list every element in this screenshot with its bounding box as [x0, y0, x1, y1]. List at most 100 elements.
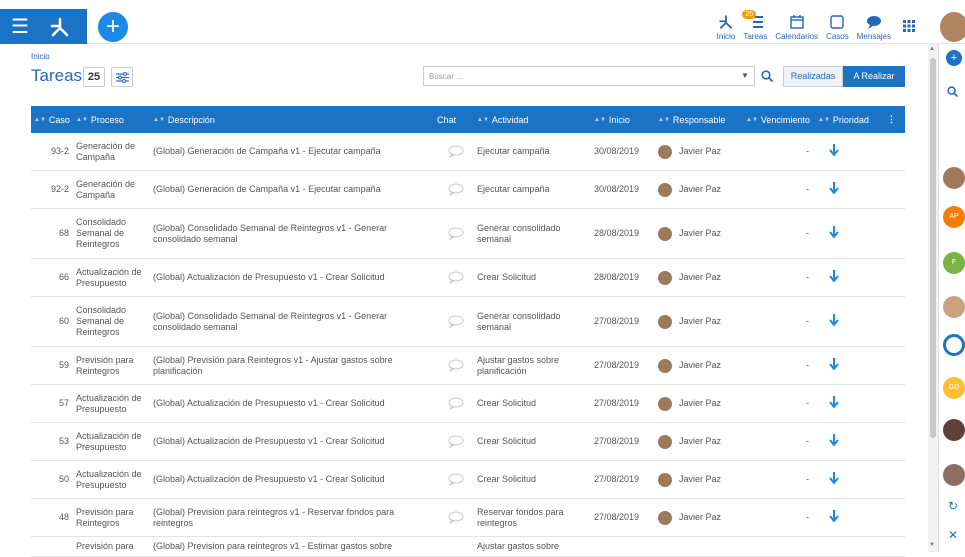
cell-descripcion: (Global) Generación de Campaña v1 - Ejec…	[153, 146, 381, 156]
header-proceso[interactable]: ▲▼ Proceso	[73, 106, 150, 133]
responsable-name: Javier Paz	[679, 512, 722, 522]
casos-icon	[830, 12, 845, 32]
table-row[interactable]: 48 Previsión para Reintegros (Global) Prev…	[31, 499, 905, 537]
header-inicio[interactable]: ▲▼ Inicio	[591, 106, 655, 133]
header-actividad[interactable]: ▲▼ Actividad	[474, 106, 591, 133]
tab-a-realizar[interactable]: A Realizar	[843, 66, 905, 87]
contact-avatar-ap[interactable]: AP	[943, 206, 965, 228]
header-prioridad[interactable]: ▲▼ Prioridad	[815, 106, 875, 133]
apps-grid-icon[interactable]	[903, 19, 915, 37]
breadcrumb[interactable]: Inicio	[31, 52, 50, 61]
cell-descripcion: (Global) Previsión para Reintegros v1 - …	[153, 354, 393, 376]
table-row[interactable]: 92-2 Generación de Campaña (Global) Genera…	[31, 171, 905, 209]
table-row[interactable]: 53 Actualización de Presupuesto (Global) A…	[31, 423, 905, 461]
table-row[interactable]: 68 Consolidado Semanal de Reintegros (Glob…	[31, 209, 905, 259]
scroll-up-icon[interactable]: ▲	[929, 46, 935, 52]
header-vencimiento-label: Vencimiento	[760, 114, 810, 125]
contact-avatar-f[interactable]: F	[943, 252, 965, 274]
chat-bubble-icon[interactable]	[434, 435, 474, 448]
sidebar-search-icon[interactable]	[947, 84, 959, 102]
brand-area: ☰	[0, 9, 87, 44]
chat-bubble-icon	[866, 12, 882, 32]
header-caso[interactable]: ▲▼ Caso	[31, 106, 73, 133]
chat-bubble-icon[interactable]	[434, 183, 474, 196]
chat-bubble-icon[interactable]	[434, 315, 474, 328]
chat-bubble-icon[interactable]	[434, 397, 474, 410]
nav-tareas[interactable]: 25 Tareas	[739, 9, 771, 44]
responsable-avatar	[658, 182, 672, 197]
cell-descripcion: (Global) Actualización de Presupuesto v1…	[153, 474, 385, 484]
new-chat-icon[interactable]: +	[946, 50, 962, 66]
table-row[interactable]: 57 Actualización de Presupuesto (Global) A…	[31, 385, 905, 423]
responsable-name: Javier Paz	[679, 228, 722, 238]
contact-avatar-gd[interactable]: GD	[943, 377, 965, 399]
responsable-name: Javier Paz	[679, 360, 722, 370]
refresh-icon[interactable]: ↻	[948, 499, 958, 513]
scrollbar-thumb[interactable]	[930, 58, 936, 438]
table-row[interactable]: 93-2 Generación de Campaña (Global) Genera…	[31, 133, 905, 171]
cell-responsable: Javier Paz	[655, 314, 743, 329]
chat-bubble-icon[interactable]	[434, 145, 474, 158]
responsable-avatar	[658, 270, 672, 285]
cell-vencimiento: -	[806, 316, 809, 326]
cell-actividad: Reservar fondos para reintegros	[477, 506, 564, 528]
nav-mensajes[interactable]: Mensajes	[853, 9, 895, 44]
header-responsable[interactable]: ▲▼ Responsable	[655, 106, 743, 133]
sliders-icon	[115, 71, 129, 83]
search-icon[interactable]	[758, 66, 776, 86]
contact-avatar[interactable]	[943, 296, 965, 318]
contact-avatar[interactable]	[943, 334, 965, 356]
user-avatar[interactable]	[940, 12, 965, 42]
nav-casos[interactable]: Casos	[822, 9, 853, 44]
contact-avatar[interactable]	[943, 167, 965, 189]
cell-inicio: 27/08/2019	[594, 316, 640, 326]
table-row[interactable]: Previsión para (Global) Prevision para re…	[31, 537, 905, 557]
table-row[interactable]: 66 Actualización de Presupuesto (Global) A…	[31, 259, 905, 297]
cell-caso: 50	[58, 474, 69, 484]
responsable-name: Javier Paz	[679, 184, 722, 194]
chat-bubble-icon[interactable]	[434, 359, 474, 372]
cell-caso: 93-2	[50, 146, 69, 156]
cell-responsable: Javier Paz	[655, 182, 743, 197]
close-icon[interactable]: ✕	[948, 528, 958, 542]
header-descripcion[interactable]: ▲▼ Descripción	[150, 106, 434, 133]
cell-descripcion: (Global) Actualización de Presupuesto v1…	[153, 272, 385, 282]
tab-realizadas[interactable]: Realizadas	[783, 66, 843, 87]
app-logo-icon[interactable]	[40, 9, 80, 44]
cell-proceso: Previsión para Reintegros	[76, 506, 134, 528]
filter-settings-button[interactable]	[111, 67, 133, 87]
cell-inicio: 27/08/2019	[594, 360, 640, 370]
cell-vencimiento: -	[806, 184, 809, 194]
header-chat: Chat	[434, 106, 474, 133]
cell-descripcion: (Global) Prevision para reintegros v1 - …	[153, 506, 395, 528]
column-options-icon[interactable]: ⋮	[875, 106, 905, 133]
cell-responsable: Javier Paz	[655, 358, 743, 373]
add-new-button[interactable]: +	[98, 12, 128, 42]
inicio-icon	[718, 12, 734, 32]
header-prioridad-label: Prioridad	[832, 114, 869, 125]
responsable-avatar	[658, 358, 672, 373]
page-title: Tareas	[31, 66, 83, 85]
search-input[interactable]	[423, 66, 755, 86]
cell-descripcion: (Global) Generación de Campaña v1 - Ejec…	[153, 184, 381, 194]
chat-bubble-icon[interactable]	[434, 473, 474, 486]
chat-bubble-icon[interactable]	[434, 511, 474, 524]
header-vencimiento[interactable]: ▲▼ Vencimiento	[743, 106, 815, 133]
nav-inicio[interactable]: Inicio	[713, 9, 740, 44]
chat-bubble-icon[interactable]	[434, 271, 474, 284]
chat-bubble-icon[interactable]	[434, 227, 474, 240]
scroll-down-icon[interactable]: ▼	[929, 542, 935, 548]
table-row[interactable]: 50 Actualización de Presupuesto (Global) A…	[31, 461, 905, 499]
cell-responsable: Javier Paz	[655, 434, 743, 449]
contact-avatar[interactable]	[943, 464, 965, 486]
contact-avatar[interactable]	[943, 419, 965, 441]
hamburger-menu-icon[interactable]: ☰	[0, 9, 40, 44]
cell-proceso: Generación de Campaña	[76, 140, 136, 162]
table-row[interactable]: 59 Previsión para Reintegros (Global) Prev…	[31, 347, 905, 385]
search-dropdown-icon[interactable]: ▼	[736, 67, 754, 85]
cell-actividad: Generar consolidado semanal	[477, 310, 561, 332]
table-row[interactable]: 60 Consolidado Semanal de Reintegros (Glob…	[31, 297, 905, 347]
nav-calendarios[interactable]: Calendarios	[771, 9, 822, 44]
cell-proceso: Actualización de Presupuesto	[76, 430, 142, 452]
vertical-scrollbar[interactable]: ▲ ▼	[928, 44, 938, 552]
